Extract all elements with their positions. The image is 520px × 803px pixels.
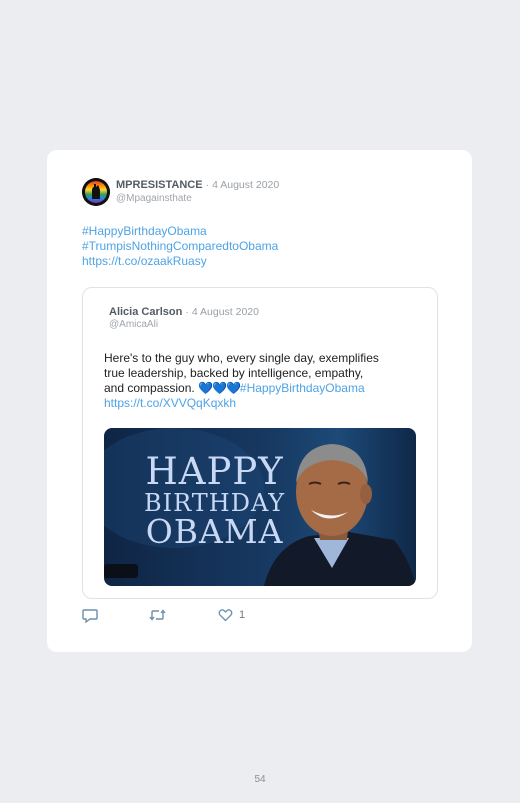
retweet-icon	[149, 608, 166, 622]
heart-icon	[218, 608, 233, 622]
author-handle[interactable]: @Mpagainsthate	[116, 193, 192, 204]
tweet-text: #HappyBirthdayObama #TrumpisNothingCompa…	[82, 224, 278, 269]
url-link[interactable]: https://t.co/XVVQqKqxkh	[104, 396, 424, 411]
quoted-tweet[interactable]: Alicia Carlson · 4 August 2020 @AmicaAli…	[82, 287, 438, 599]
author-avatar[interactable]	[82, 178, 110, 206]
hashtag-link[interactable]: #TrumpisNothingComparedtoObama	[82, 239, 278, 254]
quoted-image[interactable]: HAPPY BIRTHDAY OBAMA	[104, 428, 416, 586]
author-name[interactable]: MPRESISTANCE · 4 August 2020	[116, 179, 279, 191]
tweet-card: MPRESISTANCE · 4 August 2020 @Mpagainsth…	[47, 150, 472, 652]
quoted-author-name[interactable]: Alicia Carlson · 4 August 2020	[109, 306, 259, 318]
hashtag-link[interactable]: #HappyBirthdayObama	[82, 224, 278, 239]
reply-button[interactable]	[82, 608, 98, 623]
tweet-actions: 1	[82, 608, 282, 626]
page-number: 54	[254, 774, 266, 785]
quoted-text: Here's to the guy who, every single day,…	[104, 351, 424, 411]
reply-icon	[82, 608, 98, 623]
quoted-date: · 4 August 2020	[185, 306, 259, 318]
poster-caption: HAPPY BIRTHDAY OBAMA	[144, 450, 286, 551]
hashtag-link[interactable]: #HappyBirthdayObama	[240, 381, 365, 395]
url-link[interactable]: https://t.co/ozaakRuasy	[82, 254, 278, 269]
quoted-author-handle[interactable]: @AmicaAli	[109, 319, 158, 330]
like-count: 1	[239, 609, 246, 621]
retweet-button[interactable]	[149, 608, 166, 622]
tweet-date: · 4 August 2020	[205, 179, 280, 191]
blue-hearts-emoji: 💙💙💙	[198, 381, 241, 395]
like-button[interactable]: 1	[218, 608, 245, 622]
